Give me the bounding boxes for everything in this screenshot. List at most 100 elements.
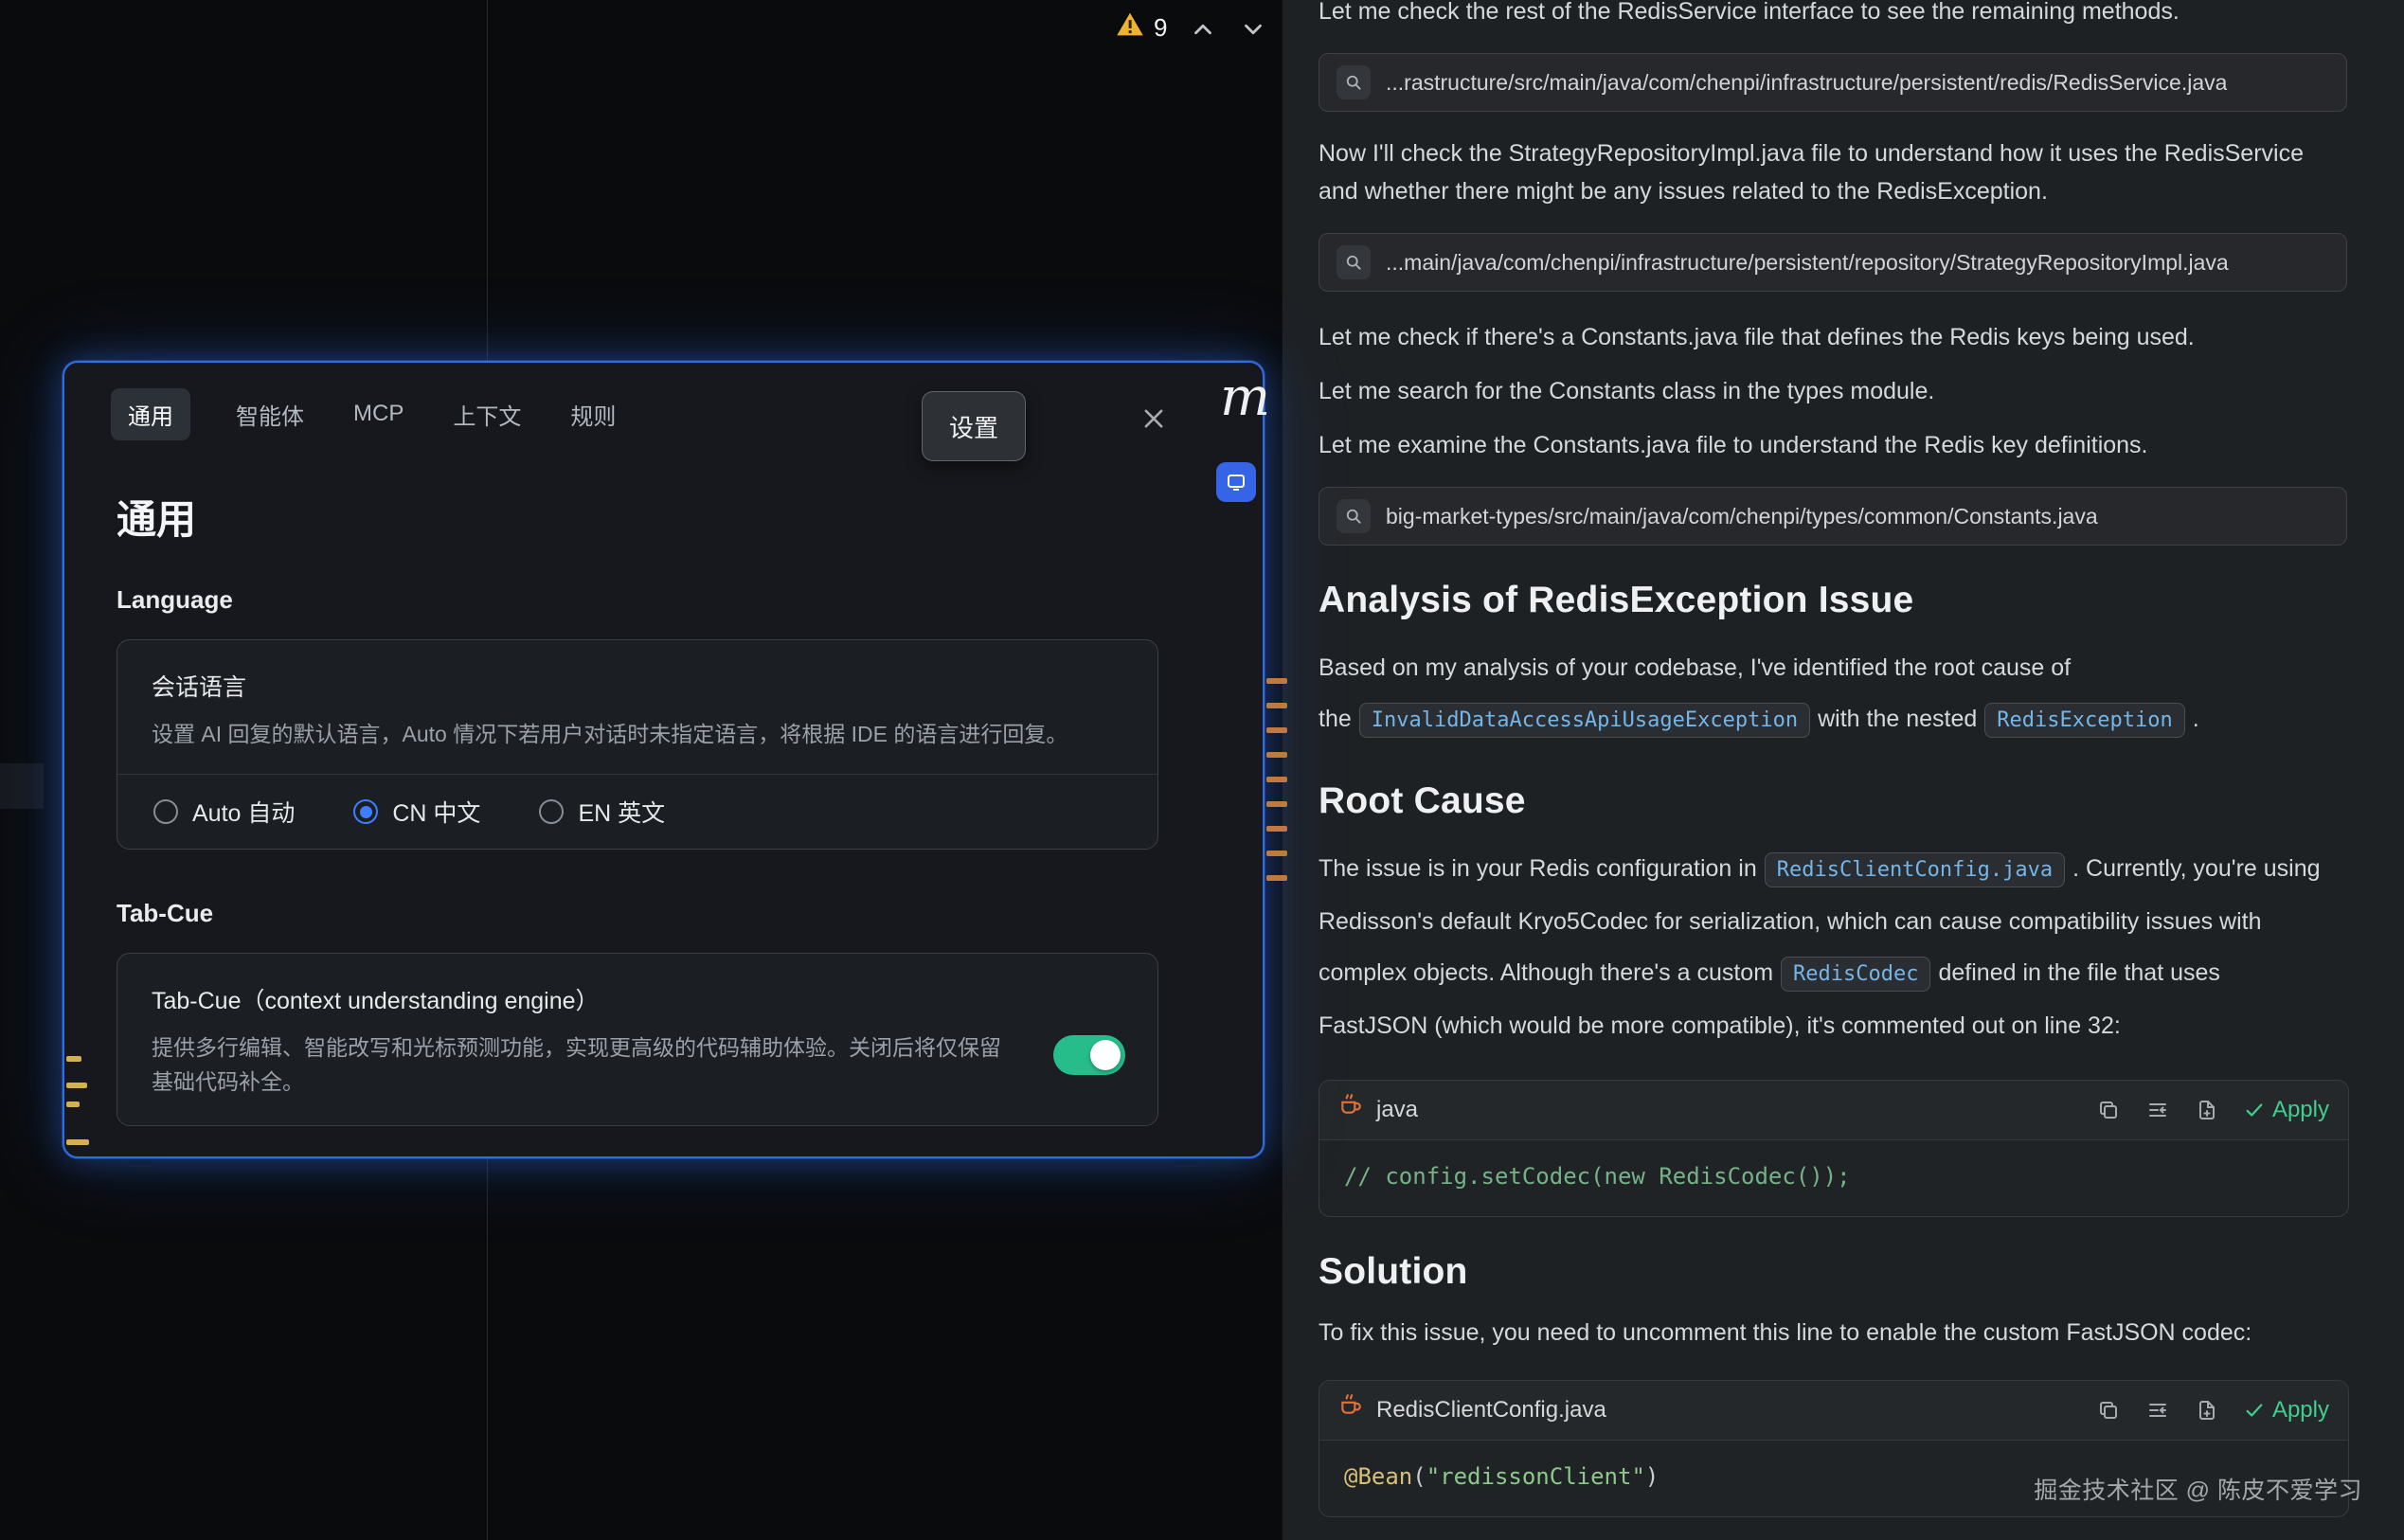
session-language-desc: 设置 AI 回复的默认语言，Auto 情况下若用户对话时未指定语言，将根据 ID… (117, 717, 1157, 751)
file-path: ...main/java/com/chenpi/infrastructure/p… (1386, 243, 2229, 281)
minimap-marker (1266, 777, 1287, 782)
language-options: Auto 自动 CN 中文 EN 英文 (117, 774, 1157, 849)
token: ( (1412, 1463, 1426, 1490)
java-icon (1338, 1091, 1363, 1129)
solution-paragraph: To fix this issue, you need to uncomment… (1319, 1314, 2326, 1352)
radio-icon (153, 799, 178, 824)
tab-rules[interactable]: 规则 (566, 398, 619, 431)
code-line: @Bean("redissonClient") (1344, 1463, 1659, 1490)
analysis-paragraph: Based on my analysis of your codebase, I… (1319, 642, 2326, 746)
code-block-java: java Apply // con (1319, 1080, 2349, 1217)
text-segment: The issue is in your Redis configuration… (1319, 855, 1757, 882)
inline-code-chip[interactable]: RedisClientConfig.java (1765, 852, 2065, 887)
java-icon (1338, 1391, 1363, 1429)
new-file-icon[interactable] (2195, 1098, 2219, 1122)
code-block-header: RedisClientConfig.java Apply (1319, 1381, 2348, 1441)
assistant-logo-m: m (1220, 371, 1270, 424)
apply-button[interactable]: Apply (2244, 1097, 2329, 1123)
copy-icon[interactable] (2096, 1098, 2121, 1122)
watermark: 掘金技术社区 @ 陈皮不爱学习 (2034, 1472, 2362, 1506)
file-reference-chip[interactable]: ...rastructure/src/main/java/com/chenpi/… (1319, 53, 2347, 112)
close-icon[interactable] (1138, 403, 1170, 435)
analysis-heading: Analysis of RedisException Issue (1319, 582, 2351, 619)
token: ) (1645, 1463, 1659, 1490)
settings-tabs: 通用 智能体 MCP 上下文 规则 (111, 391, 1263, 437)
editor-gutter-highlight (0, 763, 44, 809)
copy-icon[interactable] (2096, 1398, 2121, 1423)
new-file-icon[interactable] (2195, 1398, 2219, 1423)
minimap-marker (1266, 826, 1287, 832)
language-section-label: Language (117, 585, 1158, 615)
rootcause-heading: Root Cause (1319, 782, 2351, 820)
tab-mcp[interactable]: MCP (350, 401, 407, 427)
minimap-marker (1266, 703, 1287, 708)
tabcue-title: Tab-Cue（context understanding engine） (117, 954, 1157, 1016)
radio-cn[interactable]: CN 中文 (353, 795, 480, 829)
chat-paragraph: Let me examine the Constants.java file t… (1319, 426, 2326, 464)
minimap-marker (66, 1083, 87, 1088)
chat-paragraph: Now I'll check the StrategyRepositoryImp… (1319, 134, 2326, 210)
code-block-header: java Apply (1319, 1081, 2348, 1140)
tabcue-section-label: Tab-Cue (117, 899, 1158, 928)
text-segment: with the nested (1818, 706, 1977, 732)
code-file-label: RedisClientConfig.java (1376, 1391, 1606, 1429)
chevron-up-icon[interactable] (1189, 15, 1217, 44)
settings-dialog: 通用 智能体 MCP 上下文 规则 设置 通用 Language 会话语言 设置… (63, 361, 1265, 1158)
radio-icon (539, 799, 564, 824)
ai-chat-panel: Let me check the rest of the RedisServic… (1282, 0, 2404, 1540)
settings-tooltip[interactable]: 设置 (922, 391, 1026, 461)
insert-at-cursor-icon[interactable] (2145, 1098, 2170, 1122)
search-icon (1337, 65, 1371, 99)
insert-at-cursor-icon[interactable] (2145, 1398, 2170, 1423)
apply-label: Apply (2272, 1397, 2329, 1424)
code-line: // config.setCodec(new RedisCodec()); (1344, 1163, 1851, 1190)
toggle-knob (1090, 1040, 1121, 1070)
minimap-marker (1266, 727, 1287, 733)
minimap-marker (1266, 801, 1287, 807)
radio-label: EN 英文 (578, 795, 665, 829)
chat-paragraph: Let me search for the Constants class in… (1319, 372, 2326, 410)
minimap-marker (66, 1139, 89, 1145)
radio-selected-icon (353, 799, 378, 824)
dialog-body: 通用 Language 会话语言 设置 AI 回复的默认语言，Auto 情况下若… (64, 488, 1158, 1126)
tabcue-desc: 提供多行编辑、智能改写和光标预测功能，实现更高级的代码辅助体验。关闭后将仅保留基… (117, 1030, 1157, 1099)
minimap-marker (66, 1101, 80, 1107)
chat-paragraph: Let me check the rest of the RedisServic… (1319, 0, 2326, 30)
tabcue-toggle[interactable] (1053, 1035, 1125, 1075)
warning-icon (1116, 11, 1144, 44)
rootcause-paragraph: The issue is in your Redis configuration… (1319, 843, 2326, 1051)
search-icon (1337, 499, 1371, 533)
file-reference-chip[interactable]: ...main/java/com/chenpi/infrastructure/p… (1319, 233, 2347, 292)
tab-agent[interactable]: 智能体 (232, 398, 308, 431)
tab-general[interactable]: 通用 (111, 388, 190, 440)
radio-label: CN 中文 (392, 795, 480, 829)
file-reference-chip[interactable]: big-market-types/src/main/java/com/chenp… (1319, 487, 2347, 546)
problems-indicator[interactable]: 9 (1116, 11, 1167, 44)
file-path: ...rastructure/src/main/java/com/chenpi/… (1386, 63, 2227, 101)
radio-auto[interactable]: Auto 自动 (153, 795, 295, 829)
radio-label: Auto 自动 (192, 795, 295, 829)
solution-heading: Solution (1319, 1253, 2351, 1291)
minimap-marker (66, 1056, 81, 1062)
dialog-title: 通用 (117, 488, 1158, 546)
language-card: 会话语言 设置 AI 回复的默认语言，Auto 情况下若用户对话时未指定语言，将… (117, 639, 1158, 850)
file-path: big-market-types/src/main/java/com/chenp… (1386, 497, 2098, 535)
code-content: // config.setCodec(new RedisCodec()); (1319, 1140, 2348, 1216)
string-token: "redissonClient" (1426, 1463, 1645, 1490)
chevron-down-icon[interactable] (1239, 15, 1267, 44)
tab-context[interactable]: 上下文 (449, 398, 525, 431)
radio-en[interactable]: EN 英文 (539, 795, 665, 829)
inline-code-chip[interactable]: RedisException (1984, 703, 2184, 738)
minimap-marker (1266, 752, 1287, 758)
inline-code-chip[interactable]: InvalidDataAccessApiUsageException (1359, 703, 1810, 738)
minimap-marker (1266, 875, 1287, 881)
session-language-title: 会话语言 (117, 640, 1157, 703)
apply-button[interactable]: Apply (2244, 1397, 2329, 1424)
inline-code-chip[interactable]: RedisCodec (1781, 957, 1930, 992)
floating-chat-widget-icon[interactable] (1216, 462, 1256, 502)
code-language-label: java (1376, 1091, 1418, 1129)
code-actions: Apply (2096, 1397, 2329, 1424)
code-actions: Apply (2096, 1097, 2329, 1123)
minimap-marker (1266, 678, 1287, 684)
annotation-token: @Bean (1344, 1463, 1412, 1490)
